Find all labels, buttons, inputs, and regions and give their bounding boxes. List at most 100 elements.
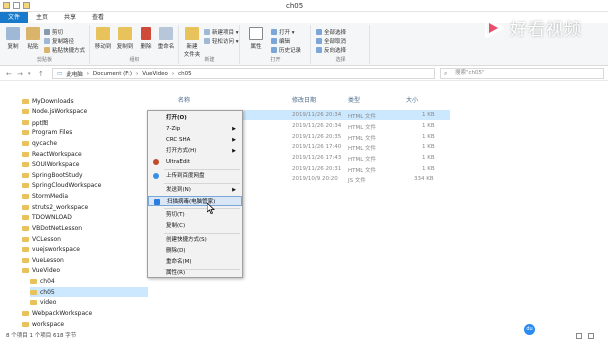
nav-item[interactable]: workspace xyxy=(22,319,64,329)
breadcrumb-ch05[interactable]: ch05 xyxy=(178,71,192,77)
folder-icon xyxy=(22,98,29,104)
file-type: HTML 文件 xyxy=(348,168,377,174)
new-folder-icon[interactable] xyxy=(23,2,30,9)
column-size[interactable]: 大小 xyxy=(406,95,418,104)
easy-access-icon xyxy=(204,38,210,44)
menu-item-open-with[interactable]: 打开方式(H) ▶ xyxy=(148,146,242,156)
menu-item-crc-sha[interactable]: CRC SHA ▶ xyxy=(148,135,242,145)
nav-item[interactable]: qycache xyxy=(22,138,57,148)
nav-item[interactable]: struts2_workspace xyxy=(22,202,88,212)
nav-item[interactable]: MyDownloads xyxy=(22,96,74,106)
nav-item[interactable]: ReactWorkspace xyxy=(22,149,82,159)
folder-icon xyxy=(22,225,29,231)
forward-icon[interactable]: → xyxy=(17,70,23,78)
history-button[interactable]: 历史记录 xyxy=(271,46,301,54)
menu-item-properties[interactable]: 属性(R) xyxy=(148,268,242,278)
rename-button[interactable]: 重命名 xyxy=(155,27,177,50)
nav-item[interactable]: vuejsworkspace xyxy=(22,244,80,254)
column-modified[interactable]: 修改日期 xyxy=(292,95,316,104)
copy-to-button[interactable]: 复制到 xyxy=(114,27,136,50)
nav-item[interactable]: Program Files xyxy=(22,127,72,137)
menu-item-upload-baidu[interactable]: 上传到百度网盘 xyxy=(148,171,242,181)
tab-home[interactable]: 主页 xyxy=(28,12,56,23)
move-to-button[interactable]: 移动到 xyxy=(92,27,114,50)
menu-item-label: 上传到百度网盘 xyxy=(166,173,205,179)
nav-item[interactable]: Node.jsWorkspace xyxy=(22,106,87,116)
new-group-label: 新建 xyxy=(204,57,215,63)
file-type: HTML 文件 xyxy=(348,125,377,131)
tab-file[interactable]: 文件 xyxy=(0,12,29,23)
menu-item-delete[interactable]: 删除(D) xyxy=(148,246,242,256)
menu-item-label: CRC SHA xyxy=(166,137,191,143)
properties-button[interactable]: 属性 xyxy=(245,27,267,50)
nav-item[interactable]: VCLesson xyxy=(22,234,61,244)
nav-item-selected[interactable]: ch05 xyxy=(30,287,148,297)
delete-button[interactable]: 删除 xyxy=(135,27,157,50)
paste-button[interactable]: 粘贴 xyxy=(22,27,44,50)
address-bar[interactable]: ▭ 此电脑 › Document (F:) › VueVideo › ch05 xyxy=(52,68,435,79)
nav-item[interactable]: video xyxy=(30,297,56,307)
chevron-down-icon[interactable]: ▾ xyxy=(28,71,31,77)
menu-item-create-shortcut[interactable]: 创建快捷方式(S) xyxy=(148,235,242,245)
copy-path-button[interactable]: 复制路径 xyxy=(44,37,74,45)
nav-item[interactable]: VueLesson xyxy=(22,255,64,265)
cut-button[interactable]: 剪切 xyxy=(44,28,63,36)
folder-icon xyxy=(22,140,29,146)
edit-button[interactable]: 编辑 xyxy=(271,37,290,45)
scissors-icon xyxy=(44,29,50,35)
search-input[interactable]: 搜索"ch05" xyxy=(440,68,604,79)
invert-selection-button[interactable]: 反向选择 xyxy=(316,46,346,54)
breadcrumb-drive[interactable]: Document (F:) xyxy=(93,71,132,77)
nav-item[interactable]: WebpackWorkspace xyxy=(22,308,92,318)
nav-item-label: VCLesson xyxy=(32,235,61,243)
folder-icon xyxy=(22,236,29,242)
menu-separator xyxy=(164,183,240,184)
menu-item-7zip[interactable]: 7-Zip ▶ xyxy=(148,124,242,134)
column-type[interactable]: 类型 xyxy=(348,95,360,104)
large-icons-view-icon[interactable] xyxy=(588,333,594,339)
menu-item-copy[interactable]: 复制(C) xyxy=(148,221,242,231)
menu-item-open[interactable]: 打开(O) xyxy=(148,113,242,123)
history-label: 历史记录 xyxy=(279,48,302,54)
new-item-button[interactable]: 新建项目 ▾ xyxy=(204,28,239,36)
nav-item[interactable]: StormMedia xyxy=(22,191,68,201)
menu-item-rename[interactable]: 重命名(M) xyxy=(148,257,242,267)
select-all-label: 全部选择 xyxy=(324,30,347,36)
nav-item[interactable]: SOUIWorkspace xyxy=(22,159,80,169)
breadcrumb-vuevideo[interactable]: VueVideo xyxy=(142,71,168,77)
menu-item-virus-scan[interactable]: 扫描病毒(电脑管家) xyxy=(148,196,242,206)
file-modified: 2019/11/26 20:34 xyxy=(292,123,342,129)
tab-view[interactable]: 查看 xyxy=(84,12,112,23)
move-to-label: 移动到 xyxy=(94,44,112,50)
menu-item-cut[interactable]: 剪切(T) xyxy=(148,210,242,220)
menu-item-label: UltraEdit xyxy=(166,159,190,165)
nav-item[interactable]: VBDotNetLesson xyxy=(22,223,82,233)
copy-button[interactable]: 复制 xyxy=(2,27,24,50)
tab-share[interactable]: 共享 xyxy=(56,12,84,23)
easy-access-button[interactable]: 轻松访问 ▾ xyxy=(204,37,239,45)
menu-item-send-to[interactable]: 发送到(N) ▶ xyxy=(148,185,242,195)
new-folder-button[interactable]: 新建 文件夹 xyxy=(181,27,203,58)
nav-item[interactable]: ppt图 xyxy=(22,117,48,127)
properties-icon[interactable] xyxy=(13,2,20,9)
nav-item[interactable]: VueVideo xyxy=(22,265,60,275)
file-type: HTML 文件 xyxy=(348,136,377,142)
details-view-icon[interactable] xyxy=(576,333,582,339)
nav-item[interactable]: TDOWNLOAD xyxy=(22,212,72,222)
back-icon[interactable]: ← xyxy=(6,70,12,78)
nav-item[interactable]: ch04 xyxy=(30,276,55,286)
menu-item-ultraedit[interactable]: UltraEdit xyxy=(148,157,242,167)
properties-label: 属性 xyxy=(250,44,262,50)
nav-item[interactable]: SpringBootStudy xyxy=(22,170,83,180)
nav-item[interactable]: SpringCloudWorkspace xyxy=(22,180,101,190)
breadcrumb-this-pc[interactable]: 此电脑 xyxy=(66,70,83,78)
menu-separator xyxy=(164,233,240,234)
column-name[interactable]: 名称 xyxy=(178,95,190,104)
up-icon[interactable]: ↑ xyxy=(38,70,44,78)
select-all-button[interactable]: 全部选择 xyxy=(316,28,346,36)
nav-item-label: VBDotNetLesson xyxy=(32,224,83,232)
open-button[interactable]: 打开 ▾ xyxy=(271,28,295,36)
paste-shortcut-button[interactable]: 粘贴快捷方式 xyxy=(44,46,85,54)
select-none-button[interactable]: 全部取消 xyxy=(316,37,346,45)
nav-item-label: MyDownloads xyxy=(32,97,74,105)
